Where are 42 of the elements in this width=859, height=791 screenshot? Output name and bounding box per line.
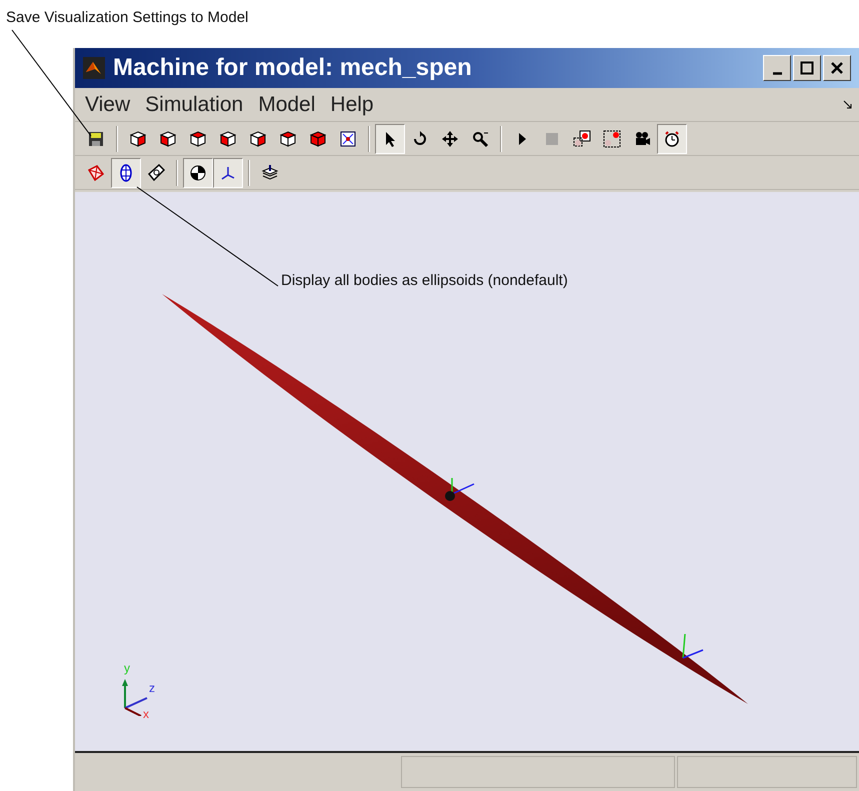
menu-item[interactable]: Model (258, 88, 316, 120)
record-icon (603, 130, 621, 148)
stopwatch-icon (663, 130, 681, 148)
maximize-button[interactable] (793, 55, 821, 81)
minimize-icon (772, 72, 782, 74)
zoom-icon (471, 130, 489, 148)
cube-icon (309, 130, 327, 148)
callout-label: Save Visualization Settings to Model (6, 9, 248, 26)
toolbar-button[interactable] (657, 124, 687, 154)
menu-item[interactable]: Simulation (145, 88, 244, 120)
cube-icon (219, 130, 237, 148)
cube-icon (189, 130, 207, 148)
toolbar-button[interactable] (111, 158, 141, 188)
fit-to-view-icon (339, 130, 357, 148)
maximize-icon (800, 61, 814, 75)
axis-label: y (124, 662, 130, 674)
minimize-button[interactable] (763, 55, 791, 81)
rotate-icon (411, 130, 429, 148)
window-title: Machine for model: mech_spen (113, 53, 472, 83)
hull-icon (87, 164, 105, 182)
cube-icon (129, 130, 147, 148)
app-logo-icon (83, 57, 105, 79)
pan-icon (441, 130, 459, 148)
close-icon (830, 61, 844, 75)
cube-icon (279, 130, 297, 148)
camera-icon (633, 130, 651, 148)
layers-icon (261, 164, 279, 182)
menu-item[interactable]: Help (330, 88, 374, 120)
axis-label: z (149, 682, 155, 694)
toolbar-button[interactable] (375, 124, 405, 154)
callout-label: Display all bodies as ellipsoids (nondefault) (281, 271, 568, 291)
axis-label: x (143, 708, 149, 720)
close-button[interactable] (823, 55, 851, 81)
toolbar-button[interactable] (183, 158, 213, 188)
toolbar-button[interactable] (213, 158, 243, 188)
center-of-gravity-icon (189, 164, 207, 182)
body-icon (147, 164, 165, 182)
record-icon (573, 130, 591, 148)
dock-arrow-icon[interactable] (843, 100, 853, 110)
menu-item[interactable]: View (85, 88, 130, 120)
cube-icon (249, 130, 267, 148)
cube-icon (159, 130, 177, 148)
